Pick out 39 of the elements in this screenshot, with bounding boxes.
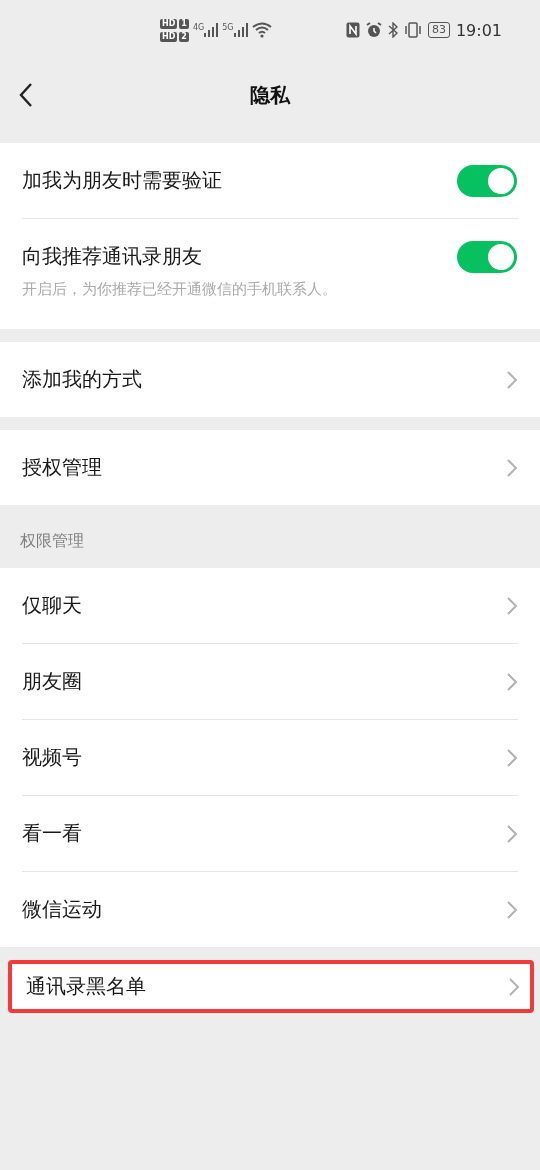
setting-label: 微信运动 xyxy=(22,896,102,923)
back-icon[interactable] xyxy=(18,82,34,108)
setting-label: 授权管理 xyxy=(22,454,102,481)
setting-label: 加我为朋友时需要验证 xyxy=(22,167,222,194)
chevron-icon xyxy=(506,457,518,478)
signal-icon xyxy=(233,23,248,37)
sim-slot: 1 xyxy=(179,18,189,29)
sim-badge: HD xyxy=(160,18,178,29)
chevron-icon xyxy=(506,369,518,390)
setting-label: 向我推荐通讯录朋友 xyxy=(22,243,202,270)
alarm-icon xyxy=(365,22,382,38)
sim-badge: HD xyxy=(160,31,178,42)
battery-level: 83 xyxy=(427,22,450,38)
chevron-icon xyxy=(506,899,518,920)
chevron-icon xyxy=(506,823,518,844)
setting-label: 添加我的方式 xyxy=(22,366,142,393)
vibrate-icon xyxy=(403,22,422,38)
setting-label: 朋友圈 xyxy=(22,668,82,695)
page-title: 隐私 xyxy=(250,81,290,109)
signal-icon xyxy=(204,23,219,37)
toggle-switch[interactable] xyxy=(457,164,517,197)
setting-label: 视频号 xyxy=(22,744,82,771)
chevron-icon xyxy=(508,976,520,997)
clock-time: 19:01 xyxy=(455,20,502,40)
network-type: 5G xyxy=(222,23,234,32)
section-title: 权限管理 xyxy=(19,530,85,552)
wifi-icon xyxy=(251,22,272,38)
network-type: 4G xyxy=(192,23,205,32)
bluetooth-icon xyxy=(387,22,398,38)
chevron-icon xyxy=(506,747,518,768)
sim-slot: 2 xyxy=(179,31,189,42)
setting-hint: 开启后，为你推荐已经开通微信的手机联系人。 xyxy=(22,280,338,300)
chevron-icon xyxy=(506,595,518,616)
setting-label: 仅聊天 xyxy=(22,592,82,619)
setting-label: 通讯录黑名单 xyxy=(26,973,146,1000)
nfc-icon xyxy=(345,22,360,38)
setting-label: 看一看 xyxy=(22,820,82,847)
toggle-switch[interactable] xyxy=(457,240,517,273)
chevron-icon xyxy=(506,671,518,692)
